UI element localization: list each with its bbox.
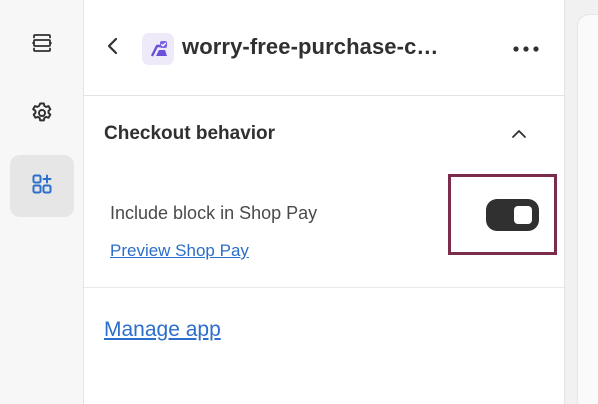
gear-icon — [29, 100, 55, 131]
rail-apps-button[interactable] — [10, 155, 74, 217]
more-horizontal-icon — [513, 39, 539, 57]
collapse-section-button[interactable] — [508, 124, 530, 146]
divider — [84, 287, 564, 288]
section-heading: Checkout behavior — [104, 123, 276, 144]
manage-app-link[interactable]: Manage app — [104, 318, 221, 342]
chevron-up-icon — [511, 126, 527, 144]
layout-sections-icon — [30, 31, 54, 60]
purchase-app-icon — [142, 33, 174, 65]
back-button[interactable] — [102, 36, 124, 60]
page-title: worry-free-purchase-c… — [182, 34, 439, 59]
preview-shop-pay-link[interactable]: Preview Shop Pay — [110, 241, 249, 261]
include-in-shop-pay-toggle[interactable] — [486, 199, 539, 231]
more-actions-button[interactable] — [508, 36, 544, 60]
toggle-label: Include block in Shop Pay — [110, 203, 318, 223]
rail-sections-button[interactable] — [10, 14, 74, 76]
left-rail — [0, 0, 84, 404]
toggle-knob — [514, 206, 532, 224]
panel-header: worry-free-purchase-c… — [84, 0, 564, 96]
preview-card-edge — [577, 14, 598, 404]
apps-icon — [30, 172, 54, 201]
chevron-left-icon — [106, 37, 120, 60]
rail-settings-button[interactable] — [10, 84, 74, 146]
